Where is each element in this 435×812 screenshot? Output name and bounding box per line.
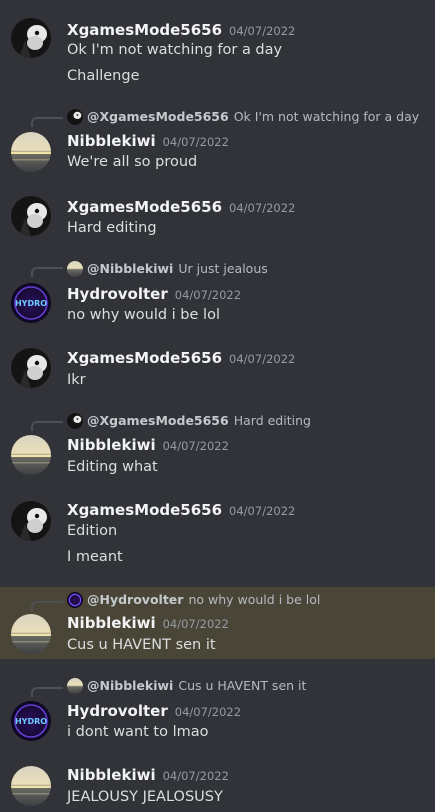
timestamp: 04/07/2022 <box>229 352 296 366</box>
timestamp: 04/07/2022 <box>229 24 296 38</box>
reply-spine <box>31 687 63 697</box>
reply-avatar <box>67 261 83 277</box>
reply-spine <box>31 601 63 611</box>
reply-text: no why would i be lol <box>188 592 321 607</box>
message-text: i dont want to lmao <box>67 724 209 740</box>
author-name[interactable]: XgamesMode5656 04/07/2022 <box>67 349 295 368</box>
avatar-nibble[interactable] <box>11 614 51 654</box>
reply-avatar <box>67 678 83 694</box>
reply-text: Cus u HAVENT sen it <box>178 678 307 693</box>
reply-avatar <box>67 109 83 125</box>
avatar-xgames[interactable] <box>11 196 51 236</box>
reply-preview[interactable]: @Nibblekiwi Cus u HAVENT sen it <box>67 678 306 694</box>
message-text: Editing what <box>67 459 158 475</box>
message-text: Hard editing <box>67 220 157 236</box>
reply-user: @Nibblekiwi <box>87 261 174 276</box>
reply-preview[interactable]: @Nibblekiwi Ur just jealous <box>67 261 268 277</box>
author-name[interactable]: Hydrovolter 04/07/2022 <box>67 285 241 304</box>
hydro-logo-text: HYDRO <box>15 717 47 726</box>
reply-preview[interactable]: @XgamesMode5656 Ok I'm not watching for … <box>67 109 419 125</box>
avatar-xgames[interactable] <box>11 348 51 388</box>
reply-avatar <box>67 413 83 429</box>
reply-text: Ur just jealous <box>178 261 268 276</box>
timestamp: 04/07/2022 <box>229 201 296 215</box>
message: @XgamesMode5656 Hard editing Nibblekiwi 0… <box>0 408 435 492</box>
message-text: Edition <box>67 523 118 539</box>
avatar-nibble[interactable] <box>11 766 51 806</box>
timestamp: 04/07/2022 <box>162 617 229 631</box>
reply-spine <box>31 421 63 431</box>
avatar-hydro[interactable]: HYDRO <box>11 283 51 323</box>
timestamp: 04/07/2022 <box>162 769 229 783</box>
message: Nibblekiwi 04/07/2022 JEALOUSY JEALOSUSY <box>0 755 435 812</box>
reply-user: @XgamesMode5656 <box>87 109 229 124</box>
timestamp: 04/07/2022 <box>229 504 296 518</box>
timestamp: 04/07/2022 <box>174 288 242 302</box>
message-text: Ok I'm not watching for a day <box>67 42 283 58</box>
avatar-nibble[interactable] <box>11 132 51 172</box>
message: XgamesMode5656 04/07/2022 Ok I'm not watc… <box>0 0 435 92</box>
message-text: I meant <box>67 549 123 565</box>
avatar-xgames[interactable] <box>11 501 51 541</box>
reply-user: @XgamesMode5656 <box>87 413 229 428</box>
avatar-hydro[interactable]: HYDRO <box>11 701 51 741</box>
message-text: Ikr <box>67 372 86 388</box>
author-name[interactable]: XgamesMode5656 04/07/2022 <box>67 501 295 520</box>
reply-text: Ok I'm not watching for a day <box>233 109 420 124</box>
author-name[interactable]: XgamesMode5656 04/07/2022 <box>67 198 295 217</box>
author-name[interactable]: Nibblekiwi 04/07/2022 <box>67 766 229 785</box>
reply-spine <box>31 117 63 127</box>
reply-spine <box>31 267 63 277</box>
reply-user: @Hydrovolter <box>87 592 184 607</box>
message: @XgamesMode5656 Ok I'm not watching for … <box>0 92 435 184</box>
author-name[interactable]: Nibblekiwi 04/07/2022 <box>67 436 229 455</box>
reply-preview[interactable]: @XgamesMode5656 Hard editing <box>67 413 311 429</box>
message: @Nibblekiwi Cus u HAVENT sen it HYDRO Hy… <box>0 659 435 755</box>
author-name[interactable]: Hydrovolter 04/07/2022 <box>67 702 241 721</box>
message-text: We're all so proud <box>67 154 198 170</box>
author-name[interactable]: Nibblekiwi 04/07/2022 <box>67 132 229 151</box>
reply-avatar <box>67 592 83 608</box>
message-text: no why would i be lol <box>67 307 220 323</box>
timestamp: 04/07/2022 <box>174 705 242 719</box>
message: @Nibblekiwi Ur just jealous HYDRO Hydrov… <box>0 254 435 338</box>
message-text: JEALOUSY JEALOSUSY <box>67 789 223 805</box>
message: XgamesMode5656 04/07/2022 Ikr <box>0 338 435 408</box>
reply-text: Hard editing <box>233 413 311 428</box>
message: XgamesMode5656 04/07/2022 Hard editing <box>0 184 435 254</box>
message-text: Challenge <box>67 68 140 84</box>
reply-preview[interactable]: @Hydrovolter no why would i be lol <box>67 592 320 608</box>
reply-user: @Nibblekiwi <box>87 678 174 693</box>
author-name[interactable]: XgamesMode5656 04/07/2022 <box>67 21 295 40</box>
hydro-logo-text: HYDRO <box>15 299 47 308</box>
avatar-xgames[interactable] <box>11 18 51 58</box>
message: XgamesMode5656 04/07/2022 Edition I meant <box>0 492 435 587</box>
timestamp: 04/07/2022 <box>162 439 229 453</box>
timestamp: 04/07/2022 <box>162 135 229 149</box>
author-name[interactable]: Nibblekiwi 04/07/2022 <box>67 614 229 633</box>
chat-log: XgamesMode5656 04/07/2022 Ok I'm not watc… <box>0 0 435 812</box>
avatar-nibble[interactable] <box>11 435 51 475</box>
message-text: Cus u HAVENT sen it <box>67 637 216 653</box>
message-highlighted: @Hydrovolter no why would i be lol Nibbl… <box>0 587 435 659</box>
